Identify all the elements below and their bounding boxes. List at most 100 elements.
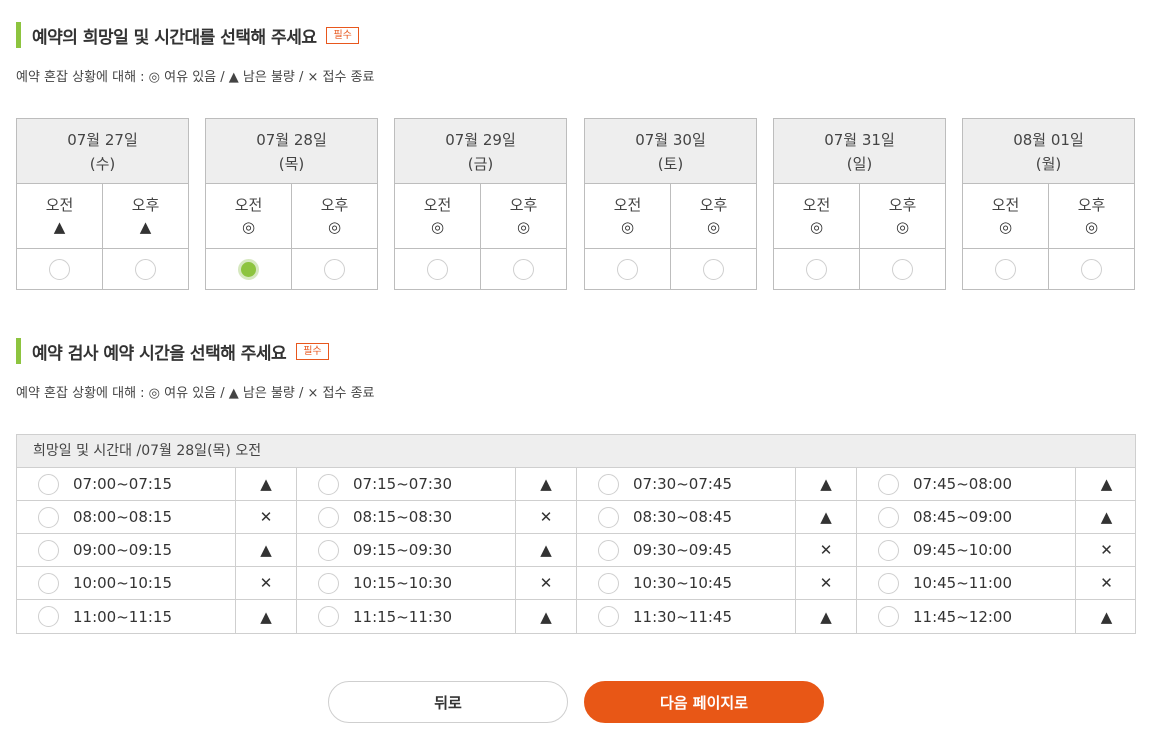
time-slot-option[interactable]: 09:00~09:15: [17, 534, 236, 566]
pm-availability-icon: ◎: [1084, 218, 1099, 236]
time-slot: 09:30~09:45 ✕: [577, 534, 857, 566]
time-slot-option[interactable]: 07:30~07:45: [577, 468, 796, 500]
time-radio-button[interactable]: [318, 506, 339, 528]
am-radio-cell: [585, 249, 671, 289]
time-slot-option[interactable]: 09:45~10:00: [857, 534, 1076, 566]
time-radio-button[interactable]: [38, 606, 59, 627]
time-radio-button[interactable]: [318, 606, 339, 627]
pm-label: 오후: [131, 196, 160, 214]
time-slot-option[interactable]: 10:15~10:30: [297, 567, 516, 599]
pm-label: 오후: [888, 196, 917, 214]
time-slot-option[interactable]: 09:15~09:30: [297, 534, 516, 566]
time-slot-option[interactable]: 10:30~10:45: [577, 567, 796, 599]
time-slot-option[interactable]: 08:30~08:45: [577, 501, 796, 533]
time-slot: 10:30~10:45 ✕: [577, 567, 857, 599]
am-radio-cell: [774, 249, 860, 289]
time-range: 09:45~10:00: [913, 541, 1013, 559]
time-slot-option[interactable]: 11:00~11:15: [17, 600, 236, 633]
time-radio-button[interactable]: [878, 606, 899, 627]
time-slot-option[interactable]: 11:30~11:45: [577, 600, 796, 633]
time-slot-option[interactable]: 11:15~11:30: [297, 600, 516, 633]
am-status-cell: 오전 ◎: [774, 184, 860, 249]
am-label: 오전: [234, 196, 263, 214]
am-radio-button[interactable]: [427, 258, 448, 280]
time-slot-option[interactable]: 08:00~08:15: [17, 501, 236, 533]
time-slot-option[interactable]: 08:45~09:00: [857, 501, 1076, 533]
day-weekday: (월): [1035, 155, 1062, 173]
pm-status-cell: 오후 ◎: [671, 184, 756, 249]
title-accent-bar: [16, 338, 21, 364]
day-card: 07월 31일 (일) 오전 ◎ 오후 ◎: [773, 118, 946, 290]
time-radio-button[interactable]: [598, 572, 619, 594]
time-radio-button[interactable]: [38, 473, 59, 495]
pm-radio-button[interactable]: [892, 258, 913, 280]
time-slot-option[interactable]: 07:00~07:15: [17, 468, 236, 500]
pm-radio-button[interactable]: [324, 258, 345, 280]
time-range: 07:00~07:15: [73, 475, 173, 493]
am-radio-button[interactable]: [238, 258, 259, 280]
pm-radio-button[interactable]: [135, 258, 156, 280]
time-radio-button[interactable]: [878, 473, 899, 495]
pm-radio-cell: [481, 249, 566, 289]
time-slot-option[interactable]: 07:45~08:00: [857, 468, 1076, 500]
time-radio-button[interactable]: [598, 606, 619, 627]
am-status-cell: 오전 ◎: [963, 184, 1049, 249]
slot-availability-icon: ✕: [236, 501, 297, 533]
time-radio-button[interactable]: [318, 539, 339, 561]
slot-availability-icon: ✕: [236, 567, 297, 599]
slot-availability-icon: ✕: [1100, 574, 1113, 592]
time-radio-button[interactable]: [318, 572, 339, 594]
slot-availability-icon: ▲: [1100, 508, 1113, 526]
am-radio-button[interactable]: [49, 258, 70, 280]
time-range: 10:15~10:30: [353, 574, 453, 592]
time-slot-option[interactable]: 08:15~08:30: [297, 501, 516, 533]
time-radio-button[interactable]: [38, 572, 59, 594]
slot-availability-icon: ▲: [236, 534, 297, 566]
time-slot-option[interactable]: 10:45~11:00: [857, 567, 1076, 599]
time-range: 11:15~11:30: [353, 607, 453, 626]
am-status-cell: 오전 ◎: [206, 184, 292, 249]
time-slot-option[interactable]: 07:15~07:30: [297, 468, 516, 500]
time-range: 08:15~08:30: [353, 508, 453, 526]
next-page-button[interactable]: 다음 페이지로: [584, 681, 824, 723]
time-range: 09:30~09:45: [633, 541, 733, 559]
am-radio-cell: [17, 249, 103, 289]
am-radio-cell: [395, 249, 481, 289]
am-radio-button[interactable]: [995, 258, 1016, 280]
am-radio-button[interactable]: [617, 258, 638, 280]
am-status-cell: 오전 ◎: [585, 184, 671, 249]
time-range: 11:30~11:45: [633, 607, 733, 626]
pm-radio-button[interactable]: [1081, 258, 1102, 280]
slot-availability-icon: ✕: [796, 567, 857, 599]
slot-availability-icon: ▲: [1100, 475, 1113, 493]
slot-availability-icon: ✕: [1100, 541, 1113, 559]
time-radio-button[interactable]: [38, 539, 59, 561]
time-range: 08:30~08:45: [633, 508, 733, 526]
am-radio-button[interactable]: [806, 258, 827, 280]
time-radio-button[interactable]: [598, 539, 619, 561]
am-availability-icon: ◎: [809, 218, 824, 236]
pm-availability-icon: ◎: [327, 218, 342, 236]
time-radio-button[interactable]: [598, 506, 619, 528]
time-slot-option[interactable]: 09:30~09:45: [577, 534, 796, 566]
pm-radio-button[interactable]: [513, 258, 534, 280]
time-slot: 09:00~09:15 ▲: [17, 534, 297, 566]
am-label: 오전: [45, 196, 74, 214]
pm-radio-button[interactable]: [703, 258, 724, 280]
time-slot-option[interactable]: 10:00~10:15: [17, 567, 236, 599]
time-slot-option[interactable]: 11:45~12:00: [857, 600, 1076, 633]
time-radio-button[interactable]: [318, 473, 339, 495]
time-table-row: 10:00~10:15 ✕ 10:15~10:30 ✕ 10:30~10:45 …: [17, 567, 1135, 600]
time-radio-button[interactable]: [878, 539, 899, 561]
time-radio-button[interactable]: [878, 506, 899, 528]
time-radio-button[interactable]: [38, 506, 59, 528]
pm-status-cell: 오후 ◎: [481, 184, 566, 249]
time-radio-button[interactable]: [598, 473, 619, 495]
time-slot: 07:15~07:30 ▲: [297, 468, 577, 500]
back-button[interactable]: 뒤로: [328, 681, 568, 723]
day-weekday: (토): [657, 155, 684, 173]
time-radio-button[interactable]: [878, 572, 899, 594]
time-table-row: 08:00~08:15 ✕ 08:15~08:30 ✕ 08:30~08:45 …: [17, 501, 1135, 534]
slot-availability-icon: ▲: [516, 600, 577, 633]
day-date: 08월 01일: [1013, 131, 1084, 149]
